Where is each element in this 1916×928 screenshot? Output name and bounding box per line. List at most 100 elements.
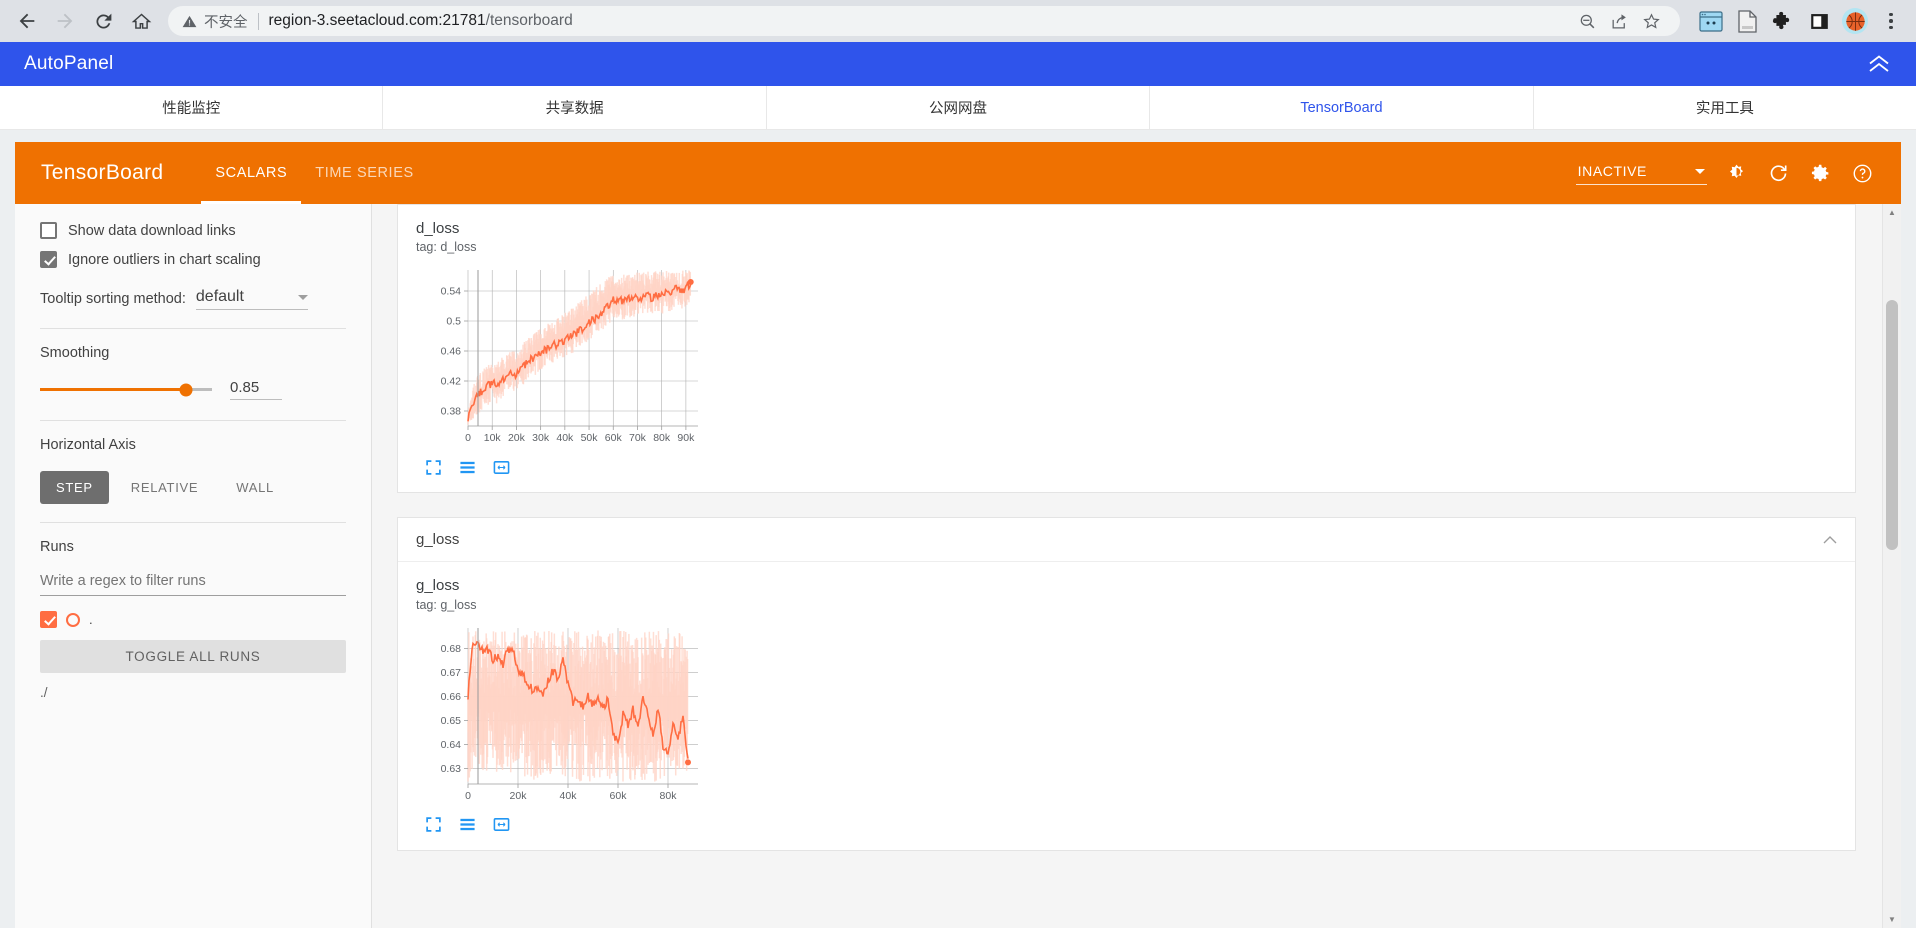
ignore-outliers-checkbox[interactable] — [40, 251, 57, 268]
tab-time-series[interactable]: TIME SERIES — [301, 142, 427, 204]
fit-domain-button[interactable] — [490, 814, 512, 836]
smoothing-slider-thumb[interactable] — [179, 383, 193, 396]
panel-tab-performance[interactable]: 性能监控 — [0, 86, 384, 129]
panel-tab-tensorboard[interactable]: TensorBoard — [1150, 86, 1534, 129]
expand-chart-button[interactable] — [422, 456, 444, 478]
bookmark-button[interactable] — [1636, 6, 1666, 36]
svg-text:0.54: 0.54 — [441, 286, 462, 298]
autopanel-collapse-button[interactable] — [1866, 54, 1892, 74]
ignore-outliers-row[interactable]: Ignore outliers in chart scaling — [40, 251, 346, 268]
panel-tab-public-disk[interactable]: 公网网盘 — [767, 86, 1151, 129]
panel-tab-label: 共享数据 — [545, 101, 604, 117]
axis-option-step[interactable]: STEP — [40, 471, 109, 504]
url-text: region-3.seetacloud.com:21781/tensorboar… — [269, 12, 573, 30]
address-bar[interactable]: 不安全 region-3.seetacloud.com:21781/tensor… — [168, 6, 1680, 36]
charts-scrollbar[interactable]: ▲ ▼ — [1882, 204, 1901, 928]
collapse-section-button[interactable] — [1823, 533, 1837, 547]
scrollbar-thumb[interactable] — [1886, 300, 1898, 550]
home-button[interactable] — [124, 4, 158, 38]
tab-scalars[interactable]: SCALARS — [201, 142, 302, 204]
chevron-down-icon — [297, 294, 308, 300]
chart-actions-d-loss — [416, 452, 1837, 482]
run-checkbox[interactable] — [40, 611, 57, 628]
warning-triangle-icon — [182, 15, 197, 27]
panel-tab-label: 公网网盘 — [929, 101, 988, 117]
refresh-button[interactable] — [1765, 160, 1791, 186]
svg-text:0.65: 0.65 — [441, 714, 462, 726]
fit-domain-icon — [493, 818, 509, 831]
smoothing-value-input[interactable]: 0.85 — [230, 379, 282, 400]
chart-title-g-loss: g_loss — [416, 577, 460, 595]
svg-text:10k: 10k — [484, 432, 502, 444]
panel-tab-label: TensorBoard — [1300, 99, 1383, 116]
panel-tab-utilities[interactable]: 实用工具 — [1534, 86, 1916, 129]
help-question-icon — [1853, 164, 1871, 182]
chart-plot-d-loss[interactable]: 0.38 0.42 0.46 0.5 0.54 0 10k 20k 30k 40k 50k 60k 70… — [416, 262, 706, 452]
axis-option-label: RELATIVE — [130, 480, 199, 495]
star-icon — [1642, 12, 1660, 29]
chart-actions-g-loss — [416, 810, 1837, 840]
data-table-button[interactable] — [456, 814, 478, 836]
tab-label: SCALARS — [215, 165, 288, 181]
chart-plot-g-loss[interactable]: 0.63 0.64 0.65 0.66 0.67 0.68 0 20k 40k 60k 80k — [416, 620, 706, 810]
back-button[interactable] — [10, 4, 44, 38]
window-capture-button[interactable] — [1696, 6, 1726, 36]
tooltip-sorting-select[interactable]: default — [195, 288, 308, 310]
reload-state-select[interactable]: INACTIVE — [1575, 161, 1707, 185]
expand-chart-button[interactable] — [422, 814, 444, 836]
tooltip-sorting-value: default — [195, 288, 244, 305]
panel-tab-label: 实用工具 — [1695, 101, 1754, 117]
brightness-toggle-button[interactable] — [1723, 160, 1749, 186]
chart-section-header-g-loss[interactable]: g_loss — [398, 518, 1855, 563]
settings-button[interactable] — [1807, 160, 1833, 186]
security-indicator[interactable]: 不安全 — [182, 11, 248, 32]
svg-text:80k: 80k — [660, 790, 678, 802]
scroll-up-button[interactable]: ▲ — [1883, 204, 1901, 221]
browser-menu-button[interactable] — [1876, 6, 1906, 36]
profile-button[interactable] — [1840, 6, 1870, 36]
tab-label: TIME SERIES — [315, 165, 414, 181]
expand-chart-icon — [425, 817, 441, 832]
svg-text:0.64: 0.64 — [441, 738, 462, 750]
runs-filter-placeholder: Write a regex to filter runs — [40, 573, 206, 589]
horizontal-axis-label: Horizontal Axis — [40, 437, 136, 453]
run-item[interactable]: . — [40, 611, 346, 628]
scroll-down-button[interactable]: ▼ — [1883, 911, 1901, 928]
svg-text:60k: 60k — [610, 790, 628, 802]
tensorboard-body: Show data download links Ignore outliers… — [15, 204, 1901, 928]
fit-domain-button[interactable] — [490, 456, 512, 478]
document-extension-button[interactable] — [1732, 6, 1762, 36]
url-path: /tensorboard — [485, 12, 573, 29]
svg-text:20k: 20k — [510, 790, 528, 802]
zoom-out-button[interactable] — [1572, 6, 1602, 36]
forward-button[interactable] — [48, 4, 82, 38]
share-button[interactable] — [1604, 6, 1634, 36]
svg-text:0.42: 0.42 — [441, 376, 462, 388]
extensions-button[interactable] — [1768, 6, 1798, 36]
axis-option-relative[interactable]: RELATIVE — [115, 471, 215, 504]
side-panel-button[interactable] — [1804, 6, 1834, 36]
data-table-button[interactable] — [456, 456, 478, 478]
chart-section-title: g_loss — [416, 531, 460, 549]
run-name: . — [89, 612, 93, 627]
panel-tab-shared-data[interactable]: 共享数据 — [383, 86, 767, 129]
panel-tab-label: 性能监控 — [162, 101, 221, 117]
show-download-links-row[interactable]: Show data download links — [40, 222, 346, 239]
svg-text:0.66: 0.66 — [441, 690, 462, 702]
axis-option-wall[interactable]: WALL — [220, 471, 290, 504]
divider — [40, 522, 346, 523]
show-download-links-checkbox[interactable] — [40, 222, 57, 239]
url-host: region-3.seetacloud.com:21781 — [268, 12, 486, 29]
charts-scroll-content: d_loss tag: d_loss 0.38 0.42 0.46 0.5 0.54 0 1… — [372, 204, 1881, 928]
reload-icon — [95, 13, 111, 28]
svg-text:50k: 50k — [581, 432, 599, 444]
autopanel-title: AutoPanel — [24, 53, 114, 74]
reload-button[interactable] — [86, 4, 120, 38]
data-table-icon — [459, 461, 475, 473]
axis-option-label: WALL — [236, 480, 274, 495]
smoothing-slider[interactable] — [40, 383, 212, 396]
toggle-all-runs-button[interactable]: TOGGLE ALL RUNS — [40, 640, 346, 673]
run-color-indicator — [66, 612, 80, 627]
help-button[interactable] — [1849, 160, 1875, 186]
runs-filter-input[interactable]: Write a regex to filter runs — [40, 573, 346, 596]
